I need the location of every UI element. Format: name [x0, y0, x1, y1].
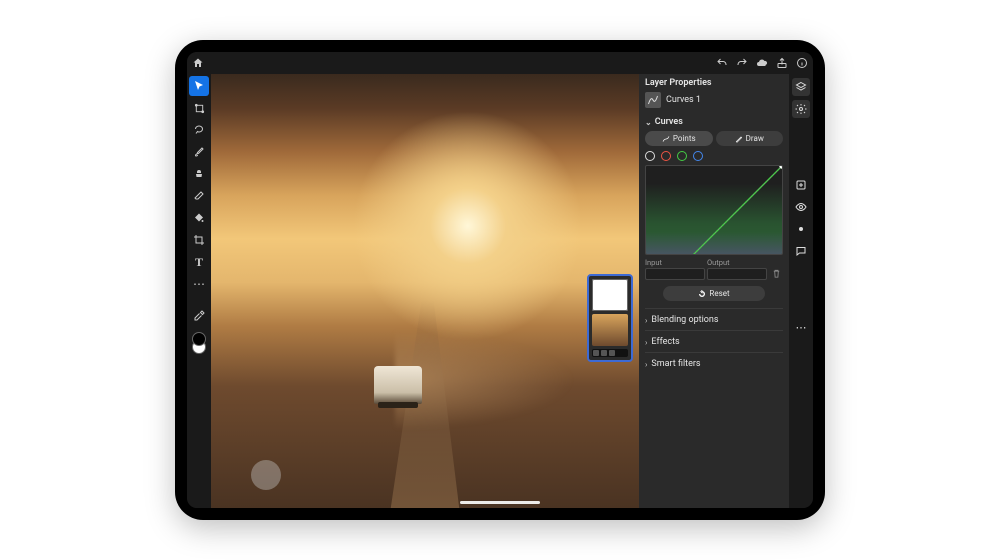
- delete-point-icon[interactable]: [769, 266, 783, 280]
- top-bar: [187, 52, 813, 74]
- clone-stamp-tool[interactable]: [189, 164, 209, 184]
- panel-title: Layer Properties: [645, 78, 712, 88]
- layer-thumbnail-image[interactable]: [592, 314, 628, 346]
- curves-section-label: Curves: [655, 117, 683, 127]
- van-shape: [374, 366, 422, 404]
- layer-action-3[interactable]: [609, 350, 615, 356]
- blending-options-toggle[interactable]: › Blending options: [645, 308, 783, 327]
- app-screen: T ⋯: [187, 52, 813, 508]
- layer-action-2[interactable]: [601, 350, 607, 356]
- curves-editor[interactable]: [645, 165, 783, 255]
- layer-properties-panel: Layer Properties Curves 1 ⌄ Curves Point…: [639, 74, 789, 508]
- chevron-right-icon: ›: [645, 316, 647, 325]
- layer-thumbnail-curves[interactable]: [592, 279, 628, 311]
- properties-rail-icon[interactable]: [792, 100, 810, 118]
- add-rail-icon[interactable]: [792, 176, 810, 194]
- foreground-swatch[interactable]: [192, 332, 206, 346]
- visibility-rail-icon[interactable]: [792, 198, 810, 216]
- canvas-viewport[interactable]: [211, 74, 639, 508]
- chevron-down-icon: ⌄: [645, 118, 652, 127]
- undo-icon[interactable]: [715, 56, 729, 70]
- main-area: T ⋯: [187, 74, 813, 508]
- cursor-tool[interactable]: [189, 76, 209, 96]
- styles-rail-icon[interactable]: [792, 220, 810, 238]
- floating-layers-panel[interactable]: [587, 274, 633, 362]
- home-icon[interactable]: [191, 56, 205, 70]
- input-output-row: Input Output: [645, 258, 783, 280]
- output-field[interactable]: [707, 268, 767, 280]
- curves-points-label: Points: [673, 134, 696, 143]
- curves-draw-label: Draw: [746, 134, 764, 143]
- reset-label: Reset: [709, 289, 729, 298]
- layer-type-icon: [645, 92, 661, 108]
- input-label: Input: [645, 258, 705, 267]
- more-rail-icon[interactable]: ⋯: [792, 318, 810, 336]
- layer-name: Curves 1: [666, 95, 701, 105]
- transform-tool[interactable]: [189, 98, 209, 118]
- tablet-frame: T ⋯: [175, 40, 825, 520]
- layer-action-1[interactable]: [593, 350, 599, 356]
- smart-filters-label: Smart filters: [651, 359, 700, 369]
- color-swatches[interactable]: [192, 332, 206, 354]
- layer-panel-actions: [592, 349, 628, 357]
- curves-draw-button[interactable]: Draw: [716, 131, 784, 146]
- eyedropper-tool[interactable]: [189, 306, 209, 326]
- channel-green[interactable]: [677, 151, 687, 161]
- canvas-image: [211, 74, 639, 508]
- eraser-tool[interactable]: [189, 186, 209, 206]
- redo-icon[interactable]: [735, 56, 749, 70]
- output-label: Output: [707, 258, 767, 267]
- type-tool[interactable]: T: [189, 252, 209, 272]
- blending-options-label: Blending options: [651, 315, 718, 325]
- dust-shape: [395, 330, 575, 430]
- channel-blue[interactable]: [693, 151, 703, 161]
- right-rail: ⋯: [789, 74, 813, 508]
- tool-bar: T ⋯: [187, 74, 211, 508]
- type-tool-label: T: [195, 255, 203, 270]
- effects-toggle[interactable]: › Effects: [645, 330, 783, 349]
- channel-rgb[interactable]: [645, 151, 655, 161]
- reset-button[interactable]: Reset: [663, 286, 765, 301]
- selected-layer-row[interactable]: Curves 1: [645, 92, 783, 108]
- comments-rail-icon[interactable]: [792, 242, 810, 260]
- curves-section-toggle[interactable]: ⌄ Curves: [645, 117, 783, 127]
- lasso-tool[interactable]: [189, 120, 209, 140]
- crop-tool[interactable]: [189, 230, 209, 250]
- channel-selector: [645, 151, 783, 161]
- channel-red[interactable]: [661, 151, 671, 161]
- share-icon[interactable]: [775, 56, 789, 70]
- layers-rail-icon[interactable]: [792, 78, 810, 96]
- curves-points-button[interactable]: Points: [645, 131, 713, 146]
- more-tools-icon[interactable]: ⋯: [189, 274, 209, 294]
- touch-handle[interactable]: [251, 460, 281, 490]
- info-icon[interactable]: [795, 56, 809, 70]
- smart-filters-toggle[interactable]: › Smart filters: [645, 352, 783, 371]
- fill-tool[interactable]: [189, 208, 209, 228]
- cloud-icon[interactable]: [755, 56, 769, 70]
- effects-label: Effects: [651, 337, 679, 347]
- home-indicator[interactable]: [460, 501, 540, 504]
- chevron-right-icon: ›: [645, 338, 647, 347]
- brush-tool[interactable]: [189, 142, 209, 162]
- input-field[interactable]: [645, 268, 705, 280]
- chevron-right-icon: ›: [645, 360, 647, 369]
